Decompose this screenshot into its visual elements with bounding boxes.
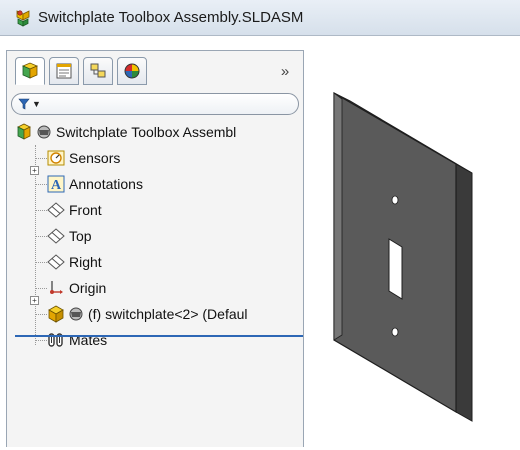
tree-item-label: Origin	[69, 280, 107, 296]
tree-item-switchplate[interactable]: (f) switchplate<2> (Defaul	[47, 301, 248, 327]
tree-connector	[35, 236, 47, 237]
filter-icon	[18, 98, 30, 110]
switchplate-model[interactable]	[306, 37, 520, 447]
feature-manager-panel: » ▼ Switchplate Toolbox Assembl Sensors …	[6, 50, 304, 447]
displaymanager-icon	[124, 63, 140, 79]
more-tabs-button[interactable]: »	[277, 63, 293, 80]
tree-item-label: Annotations	[69, 176, 143, 192]
tree-connector	[35, 158, 47, 159]
part-icon	[48, 305, 64, 323]
tree-root-label: Switchplate Toolbox Assembl	[56, 124, 237, 140]
tree-item-label: Front	[69, 202, 102, 218]
tree-item-label: Top	[69, 228, 92, 244]
tree-root-assembly[interactable]: Switchplate Toolbox Assembl	[15, 119, 236, 145]
assembly-icon	[17, 123, 31, 140]
window-title: Switchplate Toolbox Assembly.SLDASM	[38, 9, 304, 26]
tab-displaymanager[interactable]	[117, 57, 147, 85]
tree-item-label: Right	[69, 254, 102, 270]
plane-icon	[47, 254, 65, 270]
tree-item-origin[interactable]: Origin	[47, 275, 106, 301]
origin-icon	[50, 281, 63, 294]
propertymanager-icon	[56, 63, 72, 79]
tree-item-mates[interactable]: Mates	[47, 327, 107, 353]
tree-connector	[35, 145, 36, 345]
panel-tabs: »	[15, 57, 297, 85]
plane-icon	[47, 228, 65, 244]
featuremanager-icon	[21, 62, 39, 79]
graphics-area[interactable]	[306, 37, 520, 447]
tree-item-top-plane[interactable]: Top	[47, 223, 92, 249]
screw-hole	[391, 327, 399, 337]
tree-item-sensors[interactable]: Sensors	[47, 145, 120, 171]
title-bar: Switchplate Toolbox Assembly.SLDASM	[0, 0, 520, 36]
tree-connector	[35, 288, 47, 289]
tree-connector	[35, 314, 47, 315]
tree-connector	[35, 210, 47, 211]
tree-item-right-plane[interactable]: Right	[47, 249, 102, 275]
tree-connector	[35, 340, 47, 341]
tree-item-label: (f) switchplate<2> (Defaul	[88, 306, 248, 322]
expand-switchplate-button[interactable]: +	[30, 296, 39, 305]
mates-icon	[48, 333, 63, 347]
tree-item-annotations[interactable]: A Annotations	[47, 171, 143, 197]
tree-connector	[35, 262, 47, 263]
toolbox-icon	[37, 125, 51, 139]
screw-hole	[391, 195, 399, 205]
tree-item-front-plane[interactable]: Front	[47, 197, 102, 223]
svg-text:A: A	[51, 178, 62, 193]
filter-bar[interactable]: ▼	[11, 93, 299, 115]
filter-dropdown-icon[interactable]: ▼	[32, 99, 41, 109]
tree-item-label: Sensors	[69, 150, 121, 166]
toolbox-icon	[69, 307, 83, 321]
rollback-bar[interactable]	[15, 335, 303, 337]
sensors-icon	[47, 150, 65, 166]
configurationmanager-icon	[90, 63, 106, 78]
expand-annotations-button[interactable]: +	[30, 166, 39, 175]
annotations-icon: A	[47, 175, 65, 193]
tab-featuremanager[interactable]	[15, 57, 45, 85]
plane-icon	[47, 202, 65, 218]
assembly-icon	[16, 9, 30, 27]
tree-connector	[35, 184, 47, 185]
tab-propertymanager[interactable]	[49, 57, 79, 85]
tab-configurationmanager[interactable]	[83, 57, 113, 85]
toggle-opening	[388, 238, 403, 300]
